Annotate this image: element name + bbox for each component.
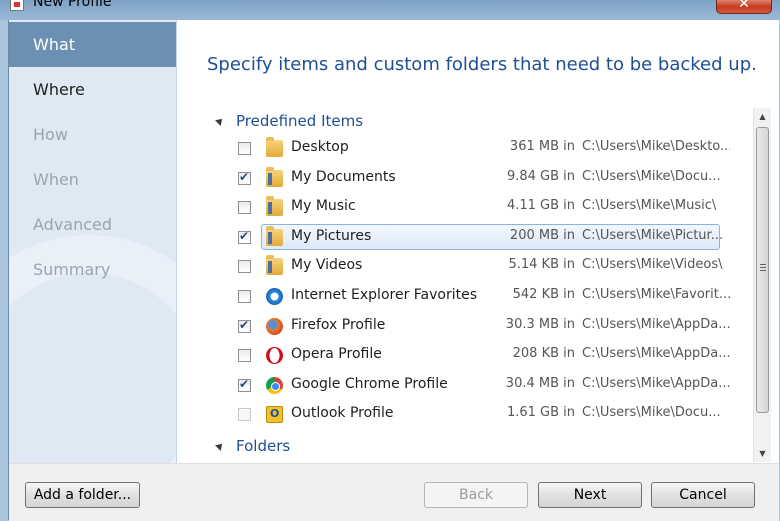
item-size: 361 MB in bbox=[509, 139, 575, 154]
list-item[interactable]: Desktop 361 MB in C:\Users\Mike\Deskto... bbox=[207, 134, 760, 163]
items-tree: Predefined Items Desktop 361 MB in C:\User… bbox=[207, 108, 760, 462]
item-path: C:\Users\Mike\Pictur... bbox=[582, 227, 724, 243]
back-button[interactable]: Back bbox=[424, 482, 528, 508]
internet-explorer-icon bbox=[266, 288, 283, 305]
sidebar-item-where[interactable]: Where bbox=[9, 67, 176, 112]
videos-library-icon bbox=[266, 255, 283, 276]
item-size: 30.3 MB in bbox=[505, 316, 575, 332]
music-library-icon bbox=[266, 196, 283, 217]
close-button[interactable]: ✕ bbox=[716, 0, 772, 14]
folder-icon bbox=[266, 137, 283, 157]
item-name: My Pictures bbox=[291, 227, 372, 244]
item-path: C:\Users\Mike\Favorit... bbox=[582, 287, 730, 302]
documents-library-icon bbox=[266, 166, 283, 187]
chrome-icon bbox=[266, 376, 283, 394]
cancel-button[interactable]: Cancel bbox=[651, 482, 755, 508]
item-size: 5.14 KB in bbox=[508, 257, 575, 273]
item-size: 1.61 GB in bbox=[506, 405, 575, 421]
item-checkbox[interactable] bbox=[238, 349, 251, 363]
scroll-up-icon[interactable]: ▲ bbox=[754, 108, 771, 125]
scrollbar-thumb[interactable] bbox=[756, 127, 769, 413]
list-item[interactable]: Internet Explorer Favorites 542 KB in C:\U… bbox=[207, 282, 760, 311]
item-name: My Documents bbox=[291, 168, 396, 185]
collapse-triangle-icon[interactable] bbox=[215, 441, 225, 451]
wizard-sidebar: What Where How When Advanced Summary bbox=[9, 20, 177, 463]
sidebar-item-when: When bbox=[33, 170, 79, 189]
item-checkbox[interactable] bbox=[238, 170, 251, 185]
list-item[interactable]: Firefox Profile 30.3 MB in C:\Users\Mike\A… bbox=[207, 312, 760, 341]
next-button[interactable]: Next bbox=[538, 482, 642, 508]
item-checkbox[interactable] bbox=[238, 229, 251, 244]
window-title: New Profile bbox=[33, 0, 112, 10]
item-size: 4.11 GB in bbox=[506, 198, 575, 214]
item-checkbox[interactable] bbox=[238, 201, 251, 215]
outlook-icon bbox=[266, 406, 283, 424]
vertical-scrollbar[interactable]: ▲ ▼ bbox=[753, 108, 771, 462]
scroll-down-icon[interactable]: ▼ bbox=[754, 445, 771, 462]
item-name: Firefox Profile bbox=[291, 316, 386, 333]
sidebar-item-advanced: Advanced bbox=[33, 215, 113, 234]
item-path: C:\Users\Mike\Music\ bbox=[582, 198, 717, 214]
item-size: 30.4 MB in bbox=[505, 375, 575, 391]
item-name: Google Chrome Profile bbox=[291, 375, 448, 392]
firefox-icon bbox=[266, 317, 283, 335]
sidebar-item-summary: Summary bbox=[33, 260, 111, 279]
sidebar-item-what[interactable]: What bbox=[9, 22, 176, 67]
list-item[interactable]: My Documents 9.84 GB in C:\Users\Mike\Docu… bbox=[207, 164, 760, 193]
item-path: C:\Users\Mike\Docu... bbox=[582, 405, 721, 421]
app-icon bbox=[10, 0, 24, 11]
item-name: Outlook Profile bbox=[291, 405, 394, 422]
item-path: C:\Users\Mike\AppDa... bbox=[582, 316, 730, 332]
item-checkbox[interactable] bbox=[238, 318, 251, 333]
dialog-window: What Where How When Advanced Summary Spe… bbox=[8, 20, 779, 521]
item-name: My Videos bbox=[291, 257, 363, 274]
list-item[interactable]: Outlook Profile 1.61 GB in C:\Users\Mike\D… bbox=[207, 400, 760, 429]
grip-icon bbox=[760, 264, 766, 271]
item-path: C:\Users\Mike\AppDa... bbox=[582, 375, 730, 391]
item-checkbox bbox=[238, 408, 251, 422]
item-name: Internet Explorer Favorites bbox=[291, 287, 478, 303]
item-checkbox[interactable] bbox=[238, 142, 251, 155]
sidebar-item-how: How bbox=[33, 125, 68, 144]
item-checkbox[interactable] bbox=[238, 377, 251, 392]
item-size: 200 MB in bbox=[509, 227, 575, 243]
item-size: 542 KB in bbox=[512, 287, 575, 302]
item-checkbox[interactable] bbox=[238, 290, 251, 303]
item-size: 9.84 GB in bbox=[506, 168, 575, 184]
title-bar[interactable]: New Profile ✕ bbox=[0, 0, 780, 20]
pictures-library-icon bbox=[266, 225, 283, 246]
item-name: My Music bbox=[291, 198, 356, 215]
list-item[interactable]: My Videos 5.14 KB in C:\Users\Mike\Videos\ bbox=[207, 252, 760, 281]
item-path: C:\Users\Mike\Videos\ bbox=[582, 257, 723, 273]
page-heading: Specify items and custom folders that ne… bbox=[207, 54, 757, 75]
item-size: 208 KB in bbox=[512, 346, 575, 362]
add-folder-button[interactable]: Add a folder... bbox=[25, 482, 140, 508]
list-item[interactable]: Google Chrome Profile 30.4 MB in C:\Users\… bbox=[207, 371, 760, 400]
list-item[interactable]: Opera Profile 208 KB in C:\Users\Mike\AppD… bbox=[207, 341, 760, 370]
opera-icon bbox=[266, 347, 283, 365]
group-label: Predefined Items bbox=[236, 112, 364, 130]
item-checkbox[interactable] bbox=[238, 260, 251, 274]
group-label: Folders bbox=[236, 437, 291, 455]
collapse-triangle-icon[interactable] bbox=[215, 116, 225, 126]
list-item[interactable]: My Music 4.11 GB in C:\Users\Mike\Music\ bbox=[207, 193, 760, 222]
item-name: Desktop bbox=[291, 139, 349, 155]
item-path: C:\Users\Mike\AppDa... bbox=[582, 346, 730, 362]
item-path: C:\Users\Mike\Docu... bbox=[582, 168, 721, 184]
item-path: C:\Users\Mike\Deskto... bbox=[582, 139, 730, 154]
item-name: Opera Profile bbox=[291, 346, 382, 363]
list-item[interactable]: My Pictures 200 MB in C:\Users\Mike\Pictur… bbox=[207, 223, 760, 252]
button-bar: Add a folder... Back Next Cancel bbox=[9, 463, 779, 521]
